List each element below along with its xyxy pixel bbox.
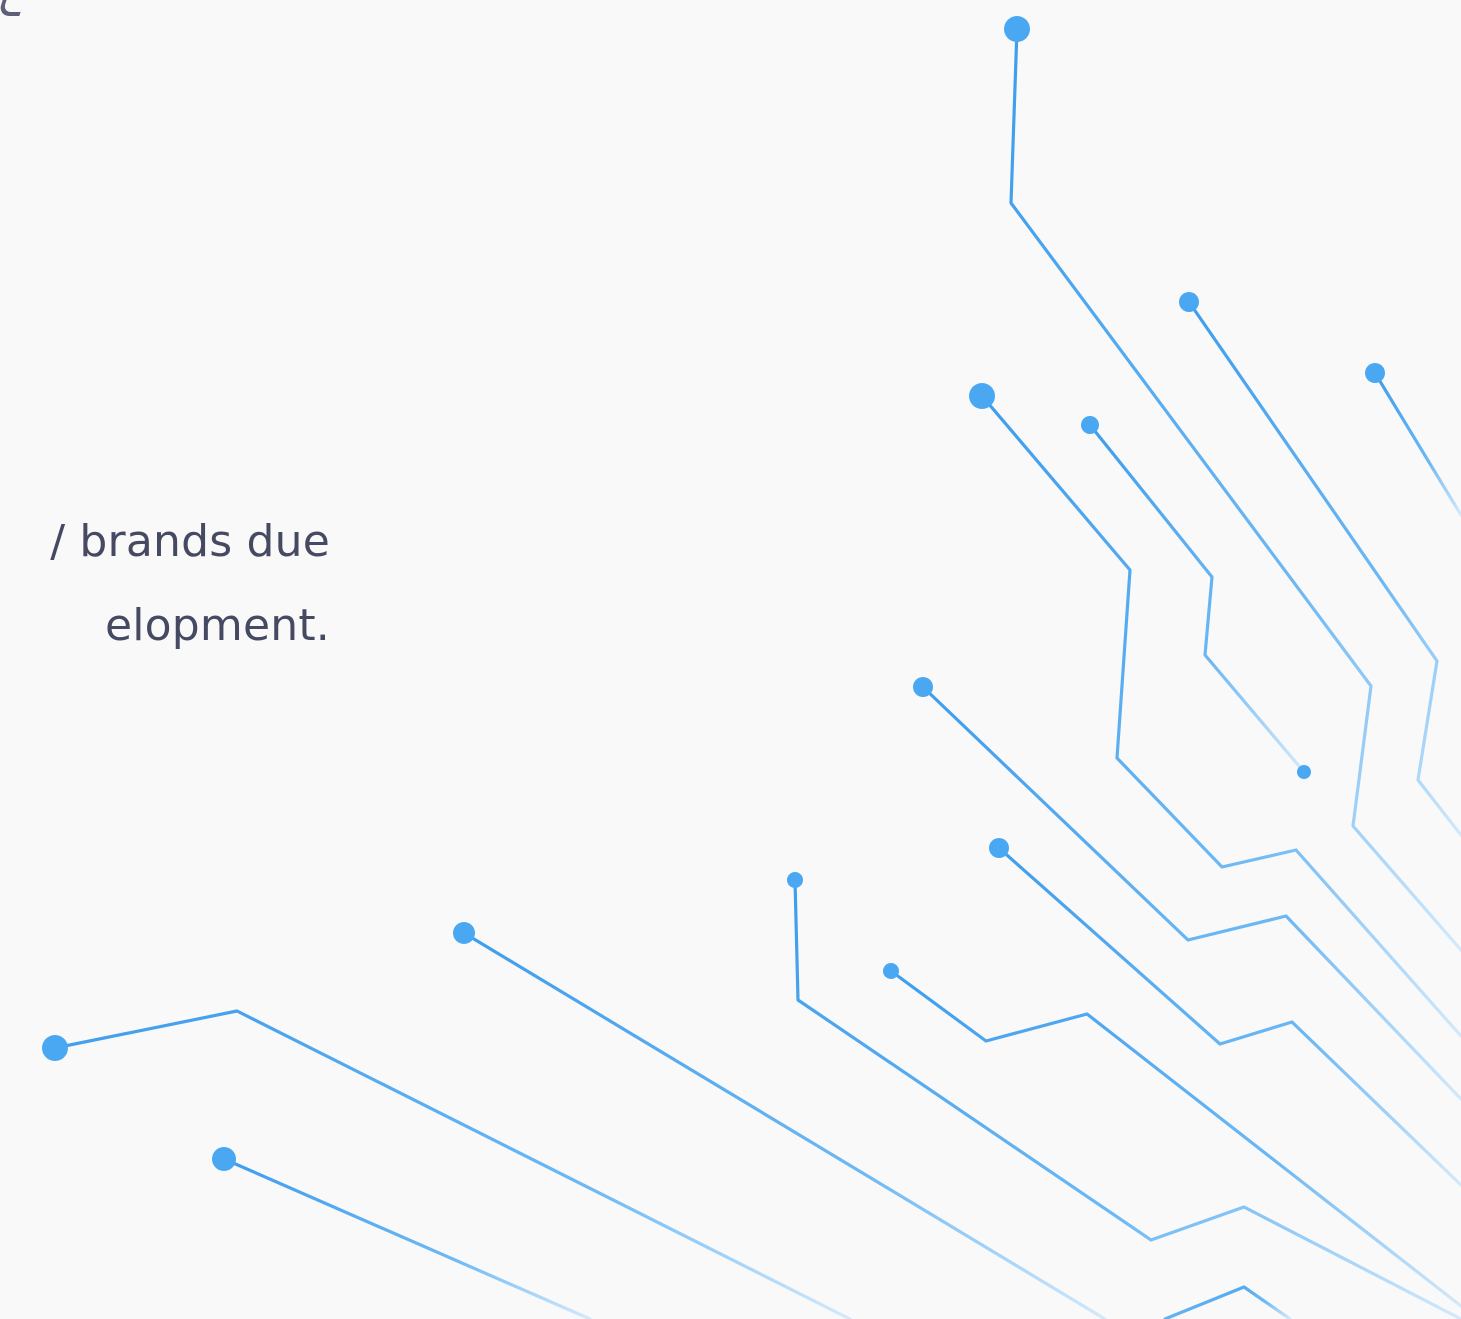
circuit-node-5 xyxy=(1081,416,1099,434)
trace-11 xyxy=(53,1009,852,1319)
trace-2 xyxy=(1187,300,1461,837)
trace-9 xyxy=(889,969,1461,1308)
circuit-node-1 xyxy=(1004,16,1030,42)
circuit-node-13 xyxy=(212,1147,236,1171)
trace-4 xyxy=(980,394,1461,1038)
trace-8 xyxy=(793,878,1461,1319)
trace-13 xyxy=(1163,1285,1292,1319)
circuit-node-9 xyxy=(787,872,803,888)
circuit-node-12 xyxy=(42,1035,68,1061)
trace-3 xyxy=(1373,371,1461,517)
circuit-node-10 xyxy=(453,922,475,944)
trace-7 xyxy=(997,846,1461,1187)
trace-5 xyxy=(1088,423,1306,774)
page-canvas: / brands due elopment. xyxy=(0,0,1461,1319)
circuit-node-4 xyxy=(969,383,995,409)
circuit-node-8 xyxy=(989,838,1009,858)
circuit-nodes xyxy=(42,16,1385,1171)
circuit-node-6 xyxy=(913,677,933,697)
trace-10 xyxy=(462,931,1107,1319)
circuit-node-3 xyxy=(1365,363,1385,383)
circuit-node-2 xyxy=(1179,292,1199,312)
circuit-node-11 xyxy=(883,963,899,979)
trace-12 xyxy=(222,1157,592,1319)
trace-1 xyxy=(1009,27,1461,952)
circuit-traces xyxy=(53,27,1461,1319)
circuit-lines-graphic xyxy=(42,16,1461,1319)
circuit-node-7 xyxy=(1297,765,1311,779)
